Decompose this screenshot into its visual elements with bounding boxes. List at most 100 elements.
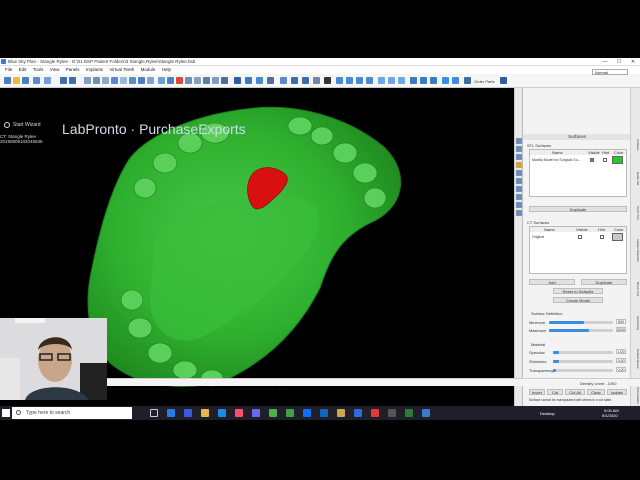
new-icon[interactable] — [4, 77, 11, 84]
app-icon-7[interactable] — [320, 409, 328, 417]
ct-visible-checkbox[interactable] — [578, 235, 582, 239]
shininess-value[interactable]: 0.00 — [616, 358, 626, 363]
chrome-icon[interactable] — [269, 409, 277, 417]
app-icon-1[interactable] — [184, 409, 192, 417]
isolate-button[interactable]: Isolate — [607, 389, 627, 395]
export-icon[interactable] — [44, 77, 51, 84]
zoom-icon[interactable] — [346, 77, 353, 84]
start-windows-icon[interactable] — [2, 409, 10, 417]
menu-file[interactable]: File — [5, 66, 12, 74]
menu-edit[interactable]: Edit — [19, 66, 27, 74]
menu-virtual-teeth[interactable]: Virtual Teeth — [109, 66, 134, 74]
abutment-icon[interactable] — [185, 77, 192, 84]
visible-checkbox[interactable] — [590, 158, 594, 162]
search-box[interactable]: Type here to search — [12, 407, 132, 419]
annotate-icon[interactable] — [102, 77, 109, 84]
file-explorer-icon[interactable] — [201, 409, 209, 417]
app-icon-9[interactable] — [354, 409, 362, 417]
minimum-value[interactable]: 500 — [616, 319, 626, 324]
maximum-value[interactable]: 3000 — [616, 327, 626, 332]
blue-sky-plan-icon[interactable] — [422, 409, 430, 417]
table-row[interactable]: Original — [530, 233, 626, 241]
pen-icon[interactable] — [500, 77, 507, 84]
cut-all-button[interactable]: Cut All — [565, 389, 585, 395]
menu-view[interactable]: View — [50, 66, 60, 74]
measure-icon[interactable] — [84, 77, 91, 84]
app-icon-11[interactable] — [405, 409, 413, 417]
tab-tooth-tool[interactable]: Tooth Tool — [632, 198, 640, 228]
wire-icon[interactable] — [256, 77, 263, 84]
hint-checkbox[interactable] — [603, 158, 607, 162]
minimize-button[interactable]: — — [598, 58, 612, 66]
print-icon[interactable] — [33, 77, 40, 84]
app-icon-4[interactable] — [252, 409, 260, 417]
layout-icon[interactable] — [291, 77, 298, 84]
cloud-icon[interactable] — [452, 77, 459, 84]
share-icon[interactable] — [398, 77, 405, 84]
sleeve-icon[interactable] — [194, 77, 201, 84]
pan-icon[interactable] — [356, 77, 363, 84]
nerve-icon[interactable] — [167, 77, 174, 84]
split-icon[interactable] — [280, 77, 287, 84]
acrobat-icon[interactable] — [371, 409, 379, 417]
view3d-icon[interactable] — [313, 77, 320, 84]
desktop-label[interactable]: Desktop — [540, 411, 555, 416]
clock-date[interactable]: 5/1/2020 — [602, 413, 618, 418]
angle-icon[interactable] — [93, 77, 100, 84]
specular-slider[interactable] — [553, 351, 613, 354]
transparency-value[interactable]: 0.00 — [616, 367, 626, 372]
align-icon[interactable] — [234, 77, 241, 84]
order-parts-label[interactable]: Order Parts — [474, 79, 495, 84]
open-icon[interactable] — [13, 77, 20, 84]
close-button[interactable]: ✕ — [626, 58, 640, 66]
minimum-slider[interactable] — [549, 321, 613, 324]
start-wizard-button[interactable]: Start Wizard — [13, 122, 41, 128]
reset-defaults-button[interactable]: Reset to Defaults — [553, 288, 603, 294]
image-icon[interactable] — [420, 77, 427, 84]
maximize-button[interactable]: ☐ — [612, 58, 626, 66]
slice-icon[interactable] — [111, 77, 118, 84]
duplicate-ct-button[interactable]: Duplicate — [581, 279, 627, 285]
redo-icon[interactable] — [69, 77, 76, 84]
maximum-slider[interactable] — [549, 329, 613, 332]
app-icon-2[interactable] — [218, 409, 226, 417]
task-view-icon[interactable] — [150, 409, 158, 417]
edge-icon[interactable] — [167, 409, 175, 417]
menu-implants[interactable]: Implants — [86, 66, 103, 74]
snapshot-icon[interactable] — [378, 77, 385, 84]
ct-hint-checkbox[interactable] — [600, 235, 604, 239]
upload-icon[interactable] — [442, 77, 449, 84]
grid-icon[interactable] — [302, 77, 309, 84]
menu-tools[interactable]: Tools — [33, 66, 44, 74]
arch-icon[interactable] — [221, 77, 228, 84]
app-icon-6[interactable] — [303, 409, 311, 417]
menu-module[interactable]: Module — [141, 66, 156, 74]
invert-button[interactable]: Invert — [529, 389, 545, 395]
tab-surfaces[interactable]: Surfaces — [632, 130, 640, 160]
clear-button[interactable]: Clear — [587, 389, 605, 395]
density-icon[interactable] — [120, 77, 127, 84]
cart-icon[interactable] — [464, 77, 471, 84]
implant-icon[interactable] — [176, 77, 183, 84]
app-icon-5[interactable] — [286, 409, 294, 417]
promo-banner[interactable]: BINARY DIGITALLY PLANNED AUTOBRACKET SYS… — [108, 387, 288, 392]
save-icon[interactable] — [22, 77, 29, 84]
render-icon[interactable] — [324, 77, 331, 84]
tooth-icon[interactable] — [212, 77, 219, 84]
specular-value[interactable]: 1.00 — [616, 349, 626, 354]
menu-panels[interactable]: Panels — [66, 66, 80, 74]
create-model-button[interactable]: Create Model — [553, 297, 603, 303]
cut-button[interactable]: Cut — [547, 389, 563, 395]
video-icon[interactable] — [388, 77, 395, 84]
rotate-icon[interactable] — [336, 77, 343, 84]
duplicate-stl-button[interactable]: Duplicate — [529, 206, 627, 212]
panoramic-icon[interactable] — [158, 77, 165, 84]
ct-color-swatch[interactable] — [612, 233, 623, 241]
curve-icon[interactable] — [147, 77, 154, 84]
shininess-slider[interactable] — [553, 360, 613, 363]
tab-sectioning[interactable]: Sectioning — [632, 308, 640, 338]
ruler-icon[interactable] — [267, 77, 274, 84]
app-icon-3[interactable] — [235, 409, 243, 417]
crop-icon[interactable] — [138, 77, 145, 84]
tab-guided-sleeve[interactable]: Guided Sleeve — [632, 342, 640, 376]
